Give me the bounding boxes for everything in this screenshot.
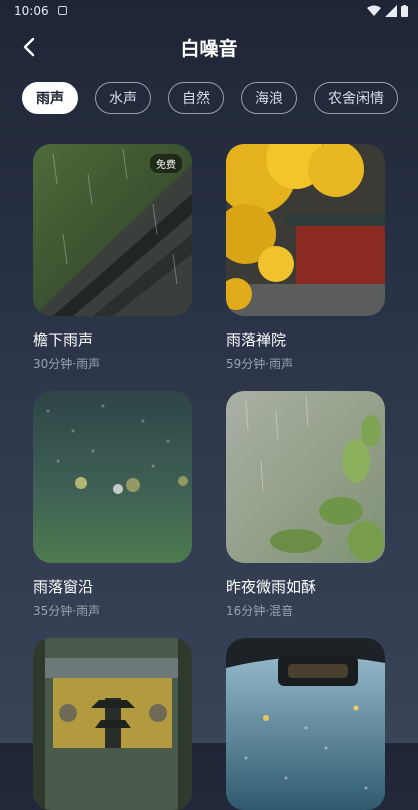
sound-card[interactable] — [33, 638, 192, 810]
card-subtitle: 16分钟·混音 — [226, 604, 294, 618]
free-badge: 免费 — [150, 154, 182, 173]
ginkgo-temple-image — [226, 144, 385, 316]
sim-card-icon — [58, 6, 67, 15]
sound-card[interactable]: 免费 檐下雨声 30分钟·雨声 — [33, 144, 192, 372]
rainy-window-image — [33, 391, 192, 563]
rain-eaves-image: 免费 — [33, 144, 192, 316]
card-title: 檐下雨声 — [33, 331, 94, 349]
signal-icon — [385, 5, 397, 17]
sound-card[interactable] — [226, 638, 385, 810]
misty-leaves-image — [226, 391, 385, 563]
category-tabs: 雨声 水声 自然 海浪 农舍闲情 — [22, 82, 398, 116]
tab-water[interactable]: 水声 — [95, 82, 151, 114]
tab-rain[interactable]: 雨声 — [22, 82, 78, 114]
status-time: 10:06 — [14, 4, 49, 18]
card-subtitle: 30分钟·雨声 — [33, 357, 101, 371]
card-title: 雨落禅院 — [226, 331, 287, 349]
temple-pagoda-image — [33, 638, 192, 810]
tab-waves[interactable]: 海浪 — [241, 82, 297, 114]
tab-farmhouse[interactable]: 农舍闲情 — [314, 82, 398, 114]
sound-card[interactable]: 昨夜微雨如酥 16分钟·混音 — [226, 391, 385, 619]
sound-card[interactable]: 雨落窗沿 35分钟·雨声 — [33, 391, 192, 619]
car-windshield-image — [226, 638, 385, 810]
status-icons — [367, 5, 408, 17]
header: 白噪音 — [0, 24, 418, 70]
card-title: 昨夜微雨如酥 — [226, 578, 317, 596]
sound-card[interactable]: 雨落禅院 59分钟·雨声 — [226, 144, 385, 372]
status-bar: 10:06 — [0, 0, 418, 24]
card-subtitle: 35分钟·雨声 — [33, 604, 101, 618]
wifi-icon — [367, 5, 381, 16]
battery-icon — [401, 5, 408, 17]
tab-nature[interactable]: 自然 — [168, 82, 224, 114]
card-subtitle: 59分钟·雨声 — [226, 357, 294, 371]
card-title: 雨落窗沿 — [33, 578, 94, 596]
page-title: 白噪音 — [180, 38, 238, 60]
